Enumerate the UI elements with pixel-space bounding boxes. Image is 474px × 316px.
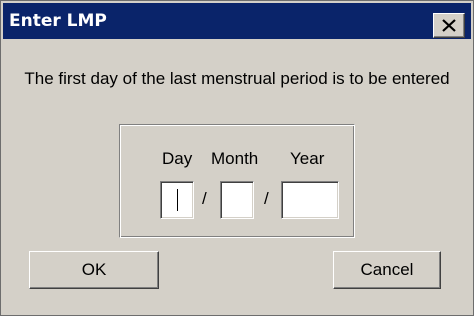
day-label: Day: [162, 149, 193, 168]
date-group-box: Day Month Year / /: [119, 124, 355, 238]
dialog-window: Enter LMP The first day of the last mens…: [0, 0, 474, 316]
date-separator: /: [202, 189, 207, 208]
text-cursor: [177, 189, 178, 211]
year-label: Year: [290, 149, 325, 168]
title-bar: Enter LMP: [3, 3, 471, 39]
month-label: Month: [211, 149, 259, 168]
day-input[interactable]: [160, 181, 194, 219]
year-input[interactable]: [281, 181, 339, 219]
close-icon: [442, 19, 456, 32]
cancel-button[interactable]: Cancel: [333, 251, 441, 289]
instruction-text: The first day of the last menstrual peri…: [24, 69, 450, 88]
ok-button[interactable]: OK: [29, 251, 159, 289]
month-input[interactable]: [220, 181, 254, 219]
window-title: Enter LMP: [9, 11, 107, 31]
close-button[interactable]: [433, 13, 465, 38]
date-separator: /: [264, 189, 269, 208]
